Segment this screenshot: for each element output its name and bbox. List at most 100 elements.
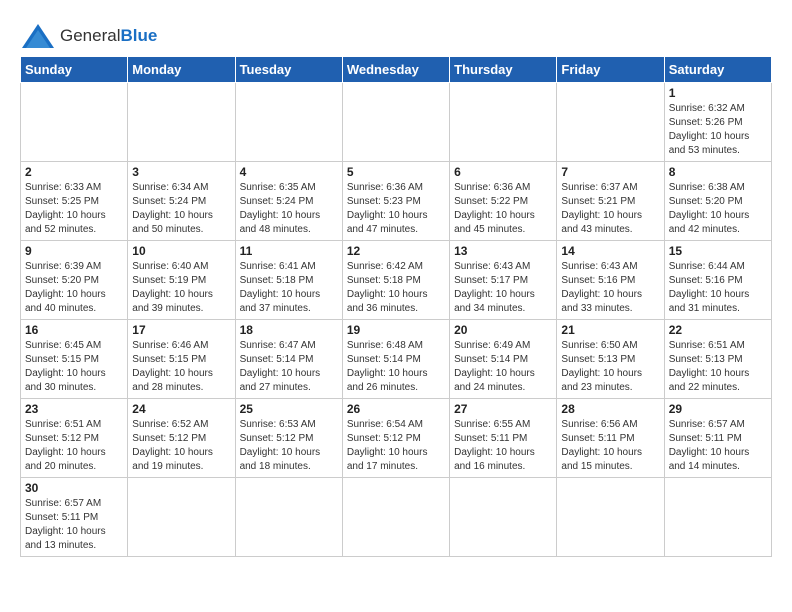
calendar-cell: 20 Sunrise: 6:49 AM Sunset: 5:14 PM Dayli… (450, 320, 557, 399)
day-number: 5 (347, 165, 445, 179)
day-info: Sunrise: 6:52 AM Sunset: 5:12 PM Dayligh… (132, 418, 230, 474)
calendar-cell (21, 83, 128, 162)
day-info: Sunrise: 6:54 AM Sunset: 5:12 PM Dayligh… (347, 418, 445, 474)
day-number: 17 (132, 323, 230, 337)
calendar-header-row: SundayMondayTuesdayWednesdayThursdayFrid… (21, 57, 772, 83)
calendar-cell (342, 478, 449, 557)
logo-icon (20, 22, 56, 50)
calendar-cell: 7Sunrise: 6:37 AM Sunset: 5:21 PM Daylig… (557, 162, 664, 241)
day-info: Sunrise: 6:42 AM Sunset: 5:18 PM Dayligh… (347, 260, 445, 316)
day-info: Sunrise: 6:48 AM Sunset: 5:14 PM Dayligh… (347, 339, 445, 395)
calendar-cell: 11Sunrise: 6:41 AM Sunset: 5:18 PM Dayli… (235, 241, 342, 320)
calendar-cell: 22 Sunrise: 6:51 AM Sunset: 5:13 PM Dayli… (664, 320, 771, 399)
header-area: GeneralBlue (20, 16, 772, 50)
day-number: 4 (240, 165, 338, 179)
calendar-cell: 18Sunrise: 6:47 AM Sunset: 5:14 PM Dayli… (235, 320, 342, 399)
calendar-cell (128, 478, 235, 557)
day-number: 27 (454, 402, 552, 416)
day-info: Sunrise: 6:36 AM Sunset: 5:22 PM Dayligh… (454, 181, 552, 237)
day-number: 1 (669, 86, 767, 100)
weekday-header-saturday: Saturday (664, 57, 771, 83)
day-number: 22 (669, 323, 767, 337)
calendar-cell: 2Sunrise: 6:33 AM Sunset: 5:25 PM Daylig… (21, 162, 128, 241)
day-number: 25 (240, 402, 338, 416)
day-number: 26 (347, 402, 445, 416)
calendar-week-5: 23 Sunrise: 6:51 AM Sunset: 5:12 PM Dayli… (21, 399, 772, 478)
day-info: Sunrise: 6:36 AM Sunset: 5:23 PM Dayligh… (347, 181, 445, 237)
day-number: 21 (561, 323, 659, 337)
day-number: 7 (561, 165, 659, 179)
day-number: 19 (347, 323, 445, 337)
weekday-header-monday: Monday (128, 57, 235, 83)
day-number: 16 (25, 323, 123, 337)
calendar-cell: 30Sunrise: 6:57 AM Sunset: 5:11 PM Dayli… (21, 478, 128, 557)
day-info: Sunrise: 6:49 AM Sunset: 5:14 PM Dayligh… (454, 339, 552, 395)
day-number: 3 (132, 165, 230, 179)
calendar-table: SundayMondayTuesdayWednesdayThursdayFrid… (20, 56, 772, 557)
calendar-cell: 8 Sunrise: 6:38 AM Sunset: 5:20 PM Daylig… (664, 162, 771, 241)
day-info: Sunrise: 6:46 AM Sunset: 5:15 PM Dayligh… (132, 339, 230, 395)
calendar-cell: 27 Sunrise: 6:55 AM Sunset: 5:11 PM Dayli… (450, 399, 557, 478)
calendar-cell: 15 Sunrise: 6:44 AM Sunset: 5:16 PM Dayli… (664, 241, 771, 320)
day-number: 13 (454, 244, 552, 258)
day-info: Sunrise: 6:51 AM Sunset: 5:13 PM Dayligh… (669, 339, 767, 395)
calendar-cell (235, 478, 342, 557)
calendar-cell: 10Sunrise: 6:40 AM Sunset: 5:19 PM Dayli… (128, 241, 235, 320)
calendar-cell (664, 478, 771, 557)
calendar-week-6: 30Sunrise: 6:57 AM Sunset: 5:11 PM Dayli… (21, 478, 772, 557)
day-number: 9 (25, 244, 123, 258)
day-info: Sunrise: 6:56 AM Sunset: 5:11 PM Dayligh… (561, 418, 659, 474)
day-info: Sunrise: 6:41 AM Sunset: 5:18 PM Dayligh… (240, 260, 338, 316)
calendar-cell: 19 Sunrise: 6:48 AM Sunset: 5:14 PM Dayli… (342, 320, 449, 399)
day-info: Sunrise: 6:43 AM Sunset: 5:16 PM Dayligh… (561, 260, 659, 316)
calendar-week-1: 1 Sunrise: 6:32 AM Sunset: 5:26 PM Daylig… (21, 83, 772, 162)
calendar-cell (450, 83, 557, 162)
calendar-cell: 3Sunrise: 6:34 AM Sunset: 5:24 PM Daylig… (128, 162, 235, 241)
day-number: 24 (132, 402, 230, 416)
day-info: Sunrise: 6:57 AM Sunset: 5:11 PM Dayligh… (669, 418, 767, 474)
calendar-cell: 28 Sunrise: 6:56 AM Sunset: 5:11 PM Dayli… (557, 399, 664, 478)
day-number: 12 (347, 244, 445, 258)
day-info: Sunrise: 6:55 AM Sunset: 5:11 PM Dayligh… (454, 418, 552, 474)
calendar-cell (235, 83, 342, 162)
day-info: Sunrise: 6:45 AM Sunset: 5:15 PM Dayligh… (25, 339, 123, 395)
calendar-cell (128, 83, 235, 162)
day-info: Sunrise: 6:39 AM Sunset: 5:20 PM Dayligh… (25, 260, 123, 316)
day-info: Sunrise: 6:44 AM Sunset: 5:16 PM Dayligh… (669, 260, 767, 316)
day-info: Sunrise: 6:43 AM Sunset: 5:17 PM Dayligh… (454, 260, 552, 316)
logo: GeneralBlue (20, 22, 157, 50)
weekday-header-sunday: Sunday (21, 57, 128, 83)
weekday-header-thursday: Thursday (450, 57, 557, 83)
day-number: 10 (132, 244, 230, 258)
day-number: 15 (669, 244, 767, 258)
day-info: Sunrise: 6:35 AM Sunset: 5:24 PM Dayligh… (240, 181, 338, 237)
calendar-cell (557, 83, 664, 162)
day-info: Sunrise: 6:57 AM Sunset: 5:11 PM Dayligh… (25, 497, 123, 553)
day-number: 8 (669, 165, 767, 179)
day-info: Sunrise: 6:50 AM Sunset: 5:13 PM Dayligh… (561, 339, 659, 395)
day-number: 29 (669, 402, 767, 416)
day-number: 20 (454, 323, 552, 337)
day-info: Sunrise: 6:51 AM Sunset: 5:12 PM Dayligh… (25, 418, 123, 474)
calendar-cell: 29 Sunrise: 6:57 AM Sunset: 5:11 PM Dayli… (664, 399, 771, 478)
day-info: Sunrise: 6:53 AM Sunset: 5:12 PM Dayligh… (240, 418, 338, 474)
day-info: Sunrise: 6:32 AM Sunset: 5:26 PM Dayligh… (669, 102, 767, 158)
logo-text: GeneralBlue (60, 26, 157, 46)
calendar-cell (450, 478, 557, 557)
day-info: Sunrise: 6:38 AM Sunset: 5:20 PM Dayligh… (669, 181, 767, 237)
calendar-cell (557, 478, 664, 557)
calendar-cell: 6 Sunrise: 6:36 AM Sunset: 5:22 PM Daylig… (450, 162, 557, 241)
day-number: 28 (561, 402, 659, 416)
weekday-header-wednesday: Wednesday (342, 57, 449, 83)
day-number: 6 (454, 165, 552, 179)
calendar-cell: 21 Sunrise: 6:50 AM Sunset: 5:13 PM Dayli… (557, 320, 664, 399)
day-number: 18 (240, 323, 338, 337)
calendar-cell: 4 Sunrise: 6:35 AM Sunset: 5:24 PM Daylig… (235, 162, 342, 241)
calendar-cell: 12 Sunrise: 6:42 AM Sunset: 5:18 PM Dayli… (342, 241, 449, 320)
day-number: 2 (25, 165, 123, 179)
calendar-cell: 1 Sunrise: 6:32 AM Sunset: 5:26 PM Daylig… (664, 83, 771, 162)
calendar-cell: 9 Sunrise: 6:39 AM Sunset: 5:20 PM Daylig… (21, 241, 128, 320)
day-number: 23 (25, 402, 123, 416)
calendar-cell: 13 Sunrise: 6:43 AM Sunset: 5:17 PM Dayli… (450, 241, 557, 320)
calendar-cell: 5 Sunrise: 6:36 AM Sunset: 5:23 PM Daylig… (342, 162, 449, 241)
